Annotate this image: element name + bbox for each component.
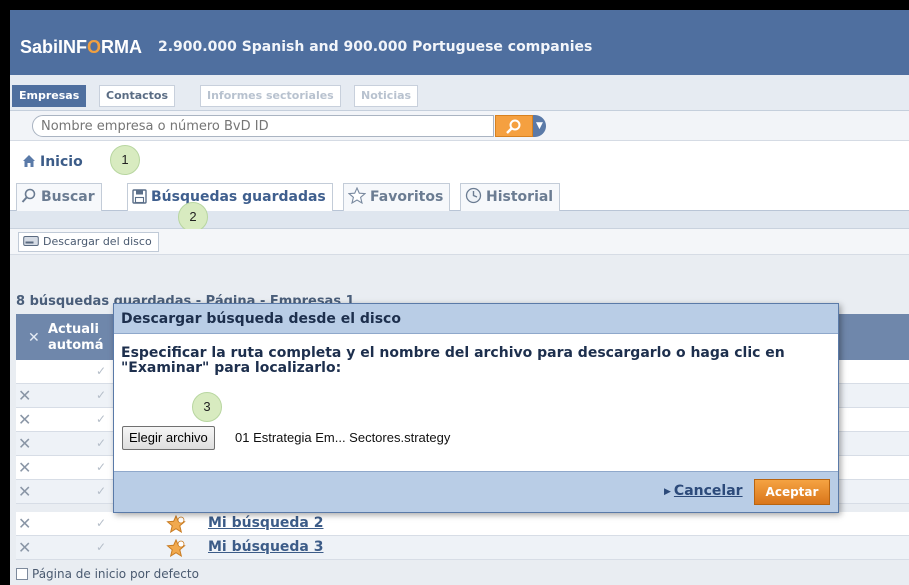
tab-contactos[interactable]: Contactos bbox=[99, 85, 176, 107]
tab-buscar[interactable]: Buscar bbox=[16, 183, 102, 211]
checkbox-box[interactable] bbox=[16, 568, 28, 580]
check-icon: ✓ bbox=[96, 436, 107, 450]
accept-button[interactable]: Aceptar bbox=[754, 479, 830, 505]
selected-file-name: 01 Estrategia Em... Sectores.strategy bbox=[235, 430, 451, 445]
delete-icon[interactable]: ✕ bbox=[18, 458, 31, 477]
dialog-message: Especificar la ruta completa y el nombre… bbox=[121, 345, 785, 376]
tab-favoritos[interactable]: Favoritos bbox=[343, 183, 451, 213]
module-tabs: Empresas Contactos Informes sectoriales … bbox=[10, 75, 909, 111]
check-icon: ✓ bbox=[96, 540, 107, 554]
search-button[interactable] bbox=[495, 115, 533, 137]
check-icon: ✓ bbox=[96, 484, 107, 498]
default-page-checkbox[interactable]: Página de inicio por defecto bbox=[16, 567, 199, 581]
delete-icon[interactable]: ✕ bbox=[18, 538, 31, 557]
download-from-disk-button[interactable]: Descargar del disco bbox=[18, 232, 159, 252]
search-icon bbox=[506, 119, 521, 134]
dialog-footer: ▶ Cancelar Aceptar bbox=[114, 471, 838, 512]
delete-icon[interactable]: ✕ bbox=[18, 410, 31, 429]
saved-search-tabs: Buscar Búsquedas guardadas Favoritos His… bbox=[10, 183, 909, 211]
check-icon: ✓ bbox=[96, 412, 107, 426]
saved-search-link[interactable]: Mi búsqueda 3 bbox=[208, 539, 324, 555]
check-icon: ✓ bbox=[96, 388, 107, 402]
arrow-right-icon: ▶ bbox=[664, 487, 671, 497]
favorite-star-icon[interactable] bbox=[166, 538, 186, 561]
saved-search-link[interactable]: Mi búsqueda 2 bbox=[208, 515, 324, 531]
delete-all-icon[interactable]: ✕ bbox=[28, 330, 40, 346]
tab-historial[interactable]: Historial bbox=[460, 183, 561, 213]
callout-step-3: 3 bbox=[192, 392, 222, 422]
download-dialog: Descargar búsqueda desde el disco Especi… bbox=[113, 303, 839, 513]
favorite-star-icon[interactable] bbox=[166, 514, 186, 537]
disk-drive-icon bbox=[23, 235, 39, 253]
star-icon bbox=[347, 186, 367, 213]
check-icon: ✓ bbox=[96, 460, 107, 474]
table-row[interactable]: ✕ ✓ Mi búsqueda 2 bbox=[16, 512, 909, 536]
tab-noticias[interactable]: Noticias bbox=[354, 85, 419, 107]
check-icon: ✓ bbox=[96, 516, 107, 530]
callout-step-1: 1 bbox=[110, 145, 140, 175]
clock-icon bbox=[465, 187, 482, 213]
chevron-down-icon: ▼ bbox=[536, 121, 543, 131]
search-input[interactable] bbox=[32, 115, 494, 137]
app-window: SabiINFORMA 2.900.000 Spanish and 900.00… bbox=[10, 10, 909, 585]
check-icon: ✓ bbox=[96, 364, 107, 378]
tab-underline-strip bbox=[10, 211, 909, 229]
delete-icon[interactable]: ✕ bbox=[18, 514, 31, 533]
search-icon bbox=[21, 187, 37, 213]
delete-icon[interactable]: ✕ bbox=[18, 482, 31, 501]
callout-step-2: 2 bbox=[178, 202, 208, 232]
tab-informes-sectoriales[interactable]: Informes sectoriales bbox=[200, 85, 341, 107]
search-options-dropdown[interactable]: ▼ bbox=[533, 115, 546, 137]
choose-file-button[interactable]: Elegir archivo bbox=[122, 426, 215, 450]
delete-icon[interactable]: ✕ bbox=[18, 434, 31, 453]
header-tagline: 2.900.000 Spanish and 900.000 Portuguese… bbox=[158, 39, 593, 55]
table-row[interactable]: ✕ ✓ Mi búsqueda 3 bbox=[16, 536, 909, 560]
brand-logo: SabiINFORMA bbox=[20, 37, 143, 57]
delete-icon[interactable]: ✕ bbox=[18, 386, 31, 405]
header-bar: SabiINFORMA 2.900.000 Spanish and 900.00… bbox=[10, 10, 909, 75]
tab-empresas[interactable]: Empresas bbox=[12, 85, 87, 107]
tab-busquedas-guardadas[interactable]: Búsquedas guardadas bbox=[127, 183, 333, 211]
breadcrumb-home[interactable]: Inicio bbox=[22, 154, 83, 172]
home-icon bbox=[22, 154, 36, 172]
toolbar: Descargar del disco bbox=[10, 229, 909, 255]
cancel-link[interactable]: ▶ Cancelar bbox=[664, 483, 743, 499]
floppy-icon bbox=[132, 187, 147, 213]
dialog-title: Descargar búsqueda desde el disco bbox=[114, 304, 838, 334]
search-bar: ▼ bbox=[10, 111, 909, 141]
